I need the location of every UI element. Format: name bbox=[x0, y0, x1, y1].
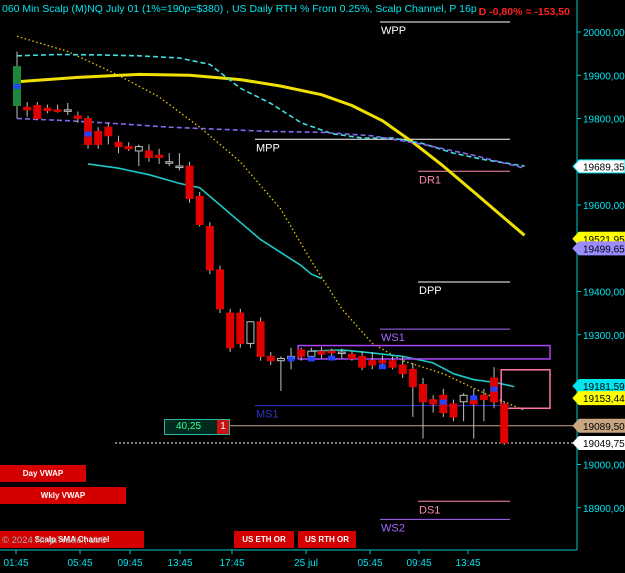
signal-mark bbox=[287, 356, 295, 362]
x-tick-label: 05:45 bbox=[67, 558, 92, 569]
price-tag-label: 19153,44 bbox=[583, 394, 625, 405]
purple-box bbox=[297, 344, 551, 360]
candle-body bbox=[134, 146, 143, 152]
day-vwap-tag[interactable]: Day VWAP bbox=[0, 465, 86, 482]
position-qty: 40,25 bbox=[176, 421, 202, 432]
candle-body bbox=[337, 351, 346, 355]
candle-body bbox=[216, 269, 224, 310]
level-label-ws1: WS1 bbox=[381, 332, 405, 344]
candle-body bbox=[155, 154, 164, 158]
candle-body bbox=[327, 350, 336, 354]
candle-body bbox=[317, 350, 326, 355]
signal-mark bbox=[490, 386, 498, 392]
signal-mark bbox=[13, 83, 21, 89]
price-tag-label: 19089,50 bbox=[583, 422, 625, 433]
price-tag-label: 19499,65 bbox=[583, 244, 625, 255]
y-tick-label: 19000,00 bbox=[583, 461, 625, 472]
candle-body bbox=[205, 226, 214, 271]
series-solid-cyan bbox=[87, 163, 322, 280]
position-count[interactable]: 1 bbox=[217, 420, 229, 434]
candle-body bbox=[347, 353, 356, 360]
signal-mark bbox=[328, 355, 336, 361]
y-tick-label: 19800,00 bbox=[583, 115, 625, 126]
candle-body bbox=[23, 106, 32, 111]
signal-mark bbox=[84, 131, 92, 137]
pnl-readout: D -0,80% = -153,50 bbox=[478, 6, 570, 18]
candle-body bbox=[144, 150, 153, 158]
level-label-dr1: DR1 bbox=[419, 174, 441, 186]
x-tick-label: 01:45 bbox=[3, 558, 28, 569]
candle-body bbox=[358, 355, 367, 368]
signal-mark bbox=[307, 356, 315, 362]
us-eth-or-tag[interactable]: US ETH OR bbox=[234, 531, 294, 548]
candle-body bbox=[408, 368, 417, 388]
candle-body bbox=[449, 403, 458, 418]
candle-body bbox=[195, 195, 204, 225]
y-tick-label: 19900,00 bbox=[583, 71, 625, 82]
candle-body bbox=[398, 364, 407, 375]
series-solid-yellow bbox=[16, 72, 526, 237]
wkly-vwap-tag[interactable]: Wkly VWAP bbox=[0, 487, 126, 504]
candle-body bbox=[236, 312, 245, 344]
x-tick-label: 17:45 bbox=[219, 558, 244, 569]
candle-body bbox=[114, 141, 123, 148]
candle-body bbox=[53, 109, 62, 112]
candle-body bbox=[43, 107, 52, 112]
y-tick-label: 18900,00 bbox=[583, 504, 625, 515]
signal-mark bbox=[470, 395, 478, 401]
x-tick-label: 13:45 bbox=[455, 558, 480, 569]
y-axis-panel bbox=[577, 0, 625, 573]
copyright-label: © 2024 NinjaTrader, LLC bbox=[2, 535, 107, 546]
candle-body bbox=[94, 130, 103, 145]
level-label-dpp: DPP bbox=[419, 285, 442, 297]
candle-body bbox=[368, 360, 377, 366]
signal-mark bbox=[439, 399, 447, 405]
level-label-ms1: MS1 bbox=[256, 409, 279, 421]
y-tick-label: 20000,00 bbox=[583, 28, 625, 39]
candle-body bbox=[297, 349, 306, 357]
level-label-ws2: WS2 bbox=[381, 522, 405, 534]
x-tick-label: 09:45 bbox=[117, 558, 142, 569]
candle-body bbox=[246, 321, 255, 344]
candle-body bbox=[276, 358, 285, 362]
candle-body bbox=[63, 109, 72, 112]
level-label-ds1: DS1 bbox=[419, 504, 440, 516]
level-label-mpp: MPP bbox=[256, 142, 280, 154]
candle-body bbox=[419, 383, 427, 403]
x-tick-label: 09:45 bbox=[406, 558, 431, 569]
x-tick-label: 05:45 bbox=[357, 558, 382, 569]
candle-body bbox=[175, 165, 184, 169]
x-tick-label: 25 jul bbox=[294, 558, 318, 569]
price-tag-label: 19049,75 bbox=[583, 439, 625, 450]
us-rth-or-tag[interactable]: US RTH OR bbox=[298, 531, 356, 548]
candle-body bbox=[124, 146, 133, 150]
candle-body bbox=[104, 126, 113, 137]
candle-body bbox=[429, 399, 438, 405]
candle-body bbox=[33, 105, 42, 120]
price-tag-label: 19689,35 bbox=[583, 162, 625, 173]
candle-body bbox=[226, 312, 235, 349]
y-tick-label: 19300,00 bbox=[583, 331, 625, 342]
candle-body bbox=[185, 165, 194, 200]
candle-body bbox=[256, 321, 265, 357]
candle-body bbox=[378, 360, 387, 364]
chart-title: 060 Min Scalp (M)NQ July 01 (1%=190p=$38… bbox=[2, 3, 477, 15]
pink-box bbox=[500, 369, 551, 410]
candle-body bbox=[307, 350, 316, 357]
position-box[interactable]: 40,25 1 bbox=[164, 419, 230, 435]
candle-body bbox=[73, 115, 82, 119]
y-tick-label: 19600,00 bbox=[583, 201, 625, 212]
candle-body bbox=[459, 394, 468, 403]
signal-mark bbox=[378, 364, 386, 370]
candle-body bbox=[479, 394, 488, 401]
level-label-wpp: WPP bbox=[381, 25, 406, 37]
candle-body bbox=[266, 355, 275, 362]
y-tick-label: 19400,00 bbox=[583, 288, 625, 299]
candle-body bbox=[500, 403, 509, 444]
candle-body bbox=[388, 360, 397, 368]
x-tick-label: 13:45 bbox=[167, 558, 192, 569]
candle-body bbox=[165, 161, 174, 164]
